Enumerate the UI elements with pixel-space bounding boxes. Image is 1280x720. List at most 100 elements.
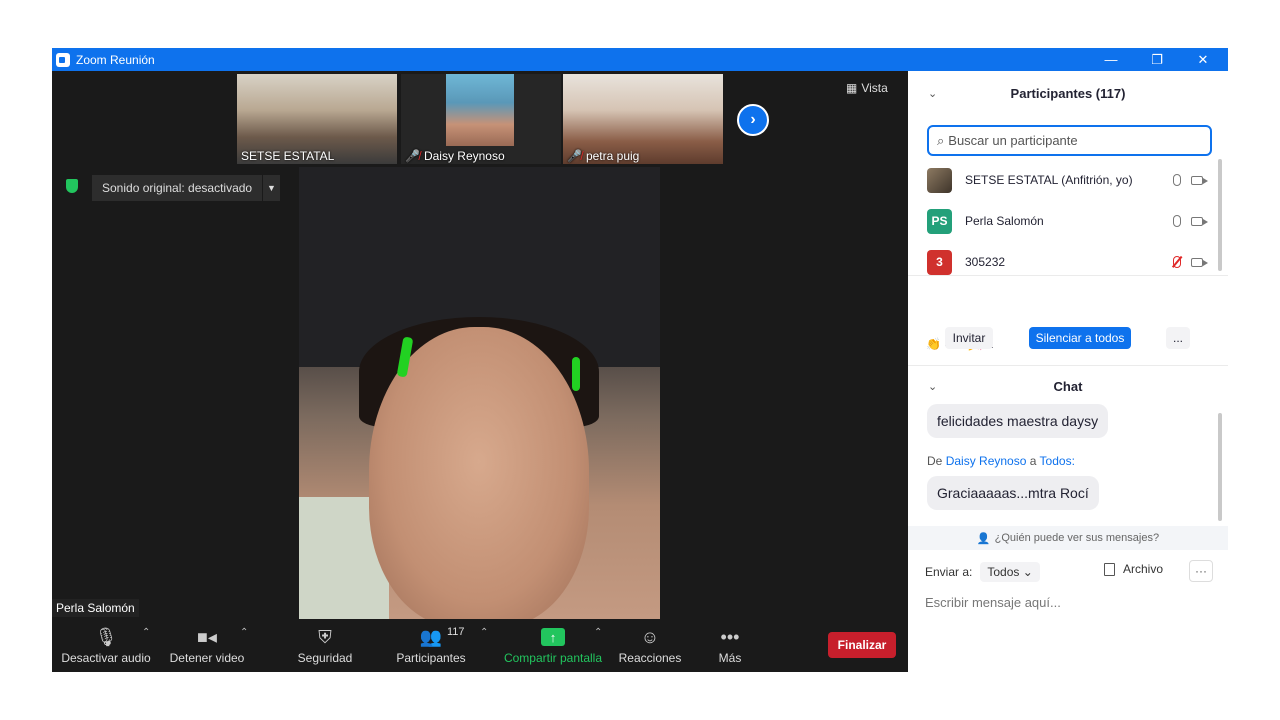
video-camera-icon[interactable] — [1191, 216, 1208, 226]
share-screen-button[interactable]: ↑ Compartir pantalla — [502, 619, 604, 672]
invite-button[interactable]: Invitar — [945, 327, 993, 349]
mute-audio-button[interactable]: 🎙 Desactivar audio — [61, 619, 151, 672]
chevron-down-icon[interactable]: ⌄ — [928, 380, 937, 393]
thumbnail-name: SETSE ESTATAL — [241, 149, 334, 163]
recipient-dropdown[interactable]: Todos ⌄ — [980, 562, 1040, 582]
clap-icon: 👏 — [926, 337, 941, 351]
who-sees-label: ¿Quién puede ver sus mensajes? — [994, 532, 1160, 544]
microphone-icon[interactable] — [1173, 215, 1181, 227]
person-info-icon: 👤 — [976, 532, 991, 545]
participants-more-button[interactable]: ... — [1166, 327, 1190, 349]
participants-options-caret-icon[interactable]: ⌃ — [480, 627, 488, 638]
file-button[interactable]: Archivo — [1104, 562, 1163, 576]
audio-label: Desactivar audio — [61, 651, 151, 665]
search-icon: ⌕ — [937, 132, 945, 148]
minimize-button[interactable]: — — [1088, 48, 1134, 71]
close-button[interactable]: ✕ — [1180, 48, 1226, 71]
from-prefix: De — [927, 454, 943, 468]
share-options-caret-icon[interactable]: ⌃ — [594, 627, 602, 638]
divider — [908, 365, 1228, 366]
participants-count-badge: 117 — [447, 626, 465, 638]
chat-scrollbar[interactable] — [1218, 413, 1222, 521]
who-can-see-messages-link[interactable]: 👤 ¿Quién puede ver sus mensajes? — [908, 526, 1228, 550]
thumbnail-label: SETSE ESTATAL — [241, 149, 335, 163]
meeting-toolbar: 🎙 Desactivar audio ⌃ ■◂ Detener video ⌃ … — [52, 619, 908, 672]
view-label: Vista — [861, 81, 888, 95]
thumbnail-label: Daisy Reynoso — [423, 149, 505, 163]
chat-message-input[interactable]: Escribir mensaje aquí... — [925, 595, 1061, 610]
chevron-down-icon[interactable]: ▼ — [262, 175, 280, 201]
chat-title: Chat — [1053, 378, 1083, 394]
headband-right — [572, 357, 580, 391]
muted-mic-icon: 🎤̸ — [405, 149, 420, 163]
mute-all-button[interactable]: Silenciar a todos — [1029, 327, 1131, 349]
side-panel: ⌄ Participantes (117) ⌕ Buscar un partic… — [908, 71, 1228, 672]
security-shield-icon[interactable] — [66, 179, 78, 193]
participants-title: Participantes (117) — [1010, 85, 1126, 101]
end-meeting-button[interactable]: Finalizar — [828, 632, 896, 658]
speaker-name-tag: Perla Salomón — [52, 599, 139, 617]
participant-icons — [1173, 174, 1208, 186]
original-sound-button[interactable]: Sonido original: desactivado ▼ — [92, 175, 280, 201]
security-label: Seguridad — [297, 651, 353, 665]
thumbnail-name: 🎤̸ Daisy Reynoso — [405, 149, 505, 163]
window-title: Zoom Reunión — [76, 52, 155, 67]
restore-button[interactable]: ❐ — [1134, 48, 1180, 71]
muted-mic-icon: 🎤̸ — [567, 149, 582, 163]
zoom-window: Zoom Reunión — ❐ ✕ SETSE ESTATAL 🎤̸ Daisy… — [52, 48, 1228, 672]
participants-scrollbar[interactable] — [1218, 159, 1222, 271]
participant-name: 305232 — [965, 255, 1006, 269]
video-options-caret-icon[interactable]: ⌃ — [240, 627, 248, 638]
thumbnail-name: 🎤̸ petra puig — [567, 149, 639, 163]
avatar: 3 — [927, 249, 952, 275]
video-camera-icon[interactable] — [1191, 175, 1208, 185]
thumbnail-petra-puig[interactable]: 🎤̸ petra puig — [563, 74, 723, 164]
chevron-down-icon: ⌄ — [1022, 565, 1033, 579]
chat-message: felicidades maestra daysy — [927, 404, 1109, 438]
thumbnail-setse-estatal[interactable]: SETSE ESTATAL — [237, 74, 397, 164]
chat-more-button[interactable]: ··· — [1189, 560, 1213, 582]
chat-header: ⌄ Chat — [908, 367, 1228, 405]
chevron-down-icon[interactable]: ⌄ — [928, 87, 937, 100]
security-button[interactable]: ⛨ Seguridad — [292, 619, 358, 672]
video-camera-icon: ■◂ — [197, 626, 217, 647]
participant-row[interactable]: PS Perla Salomón — [927, 207, 1208, 235]
participant-row[interactable]: SETSE ESTATAL (Anfitrión, yo) — [927, 166, 1208, 194]
reactions-button[interactable]: ☺ Reacciones — [617, 619, 683, 672]
sender-name[interactable]: Daisy Reynoso — [946, 454, 1027, 468]
microphone-icon[interactable] — [1173, 174, 1181, 186]
participants-header: ⌄ Participantes (117) — [908, 74, 1228, 112]
recipient-name[interactable]: Todos: — [1040, 454, 1075, 468]
participant-search-input[interactable]: ⌕ Buscar un participante — [927, 125, 1212, 156]
more-dots-icon: ••• — [720, 626, 740, 647]
participant-row[interactable]: 3 305232 — [927, 248, 1208, 276]
thumbnail-daisy-reynoso[interactable]: 🎤̸ Daisy Reynoso — [401, 74, 561, 164]
muted-microphone-icon[interactable] — [1173, 256, 1181, 268]
chat-sender-line: De Daisy Reynoso a Todos: — [927, 454, 1075, 468]
view-button[interactable]: ▦ Vista — [846, 81, 888, 95]
title-bar: Zoom Reunión — ❐ ✕ — [52, 48, 1228, 71]
avatar — [927, 167, 952, 193]
more-label: Más — [718, 651, 742, 665]
send-to-selector: Enviar a: Todos ⌄ — [925, 562, 1040, 582]
microphone-icon: 🎙 — [94, 626, 118, 647]
shield-icon: ⛨ — [318, 626, 332, 647]
video-camera-icon[interactable] — [1191, 257, 1208, 267]
share-label: Compartir pantalla — [503, 651, 603, 665]
chat-message: Graciaaaaas...mtra Rocí — [927, 476, 1099, 510]
grid-icon: ▦ — [846, 81, 858, 95]
participant-name: SETSE ESTATAL (Anfitrión, yo) — [965, 173, 1133, 187]
next-page-arrow-icon[interactable]: › — [737, 104, 769, 136]
stop-video-button[interactable]: ■◂ Detener video — [166, 619, 248, 672]
file-icon — [1104, 562, 1115, 576]
more-button[interactable]: ••• Más — [708, 619, 752, 672]
share-screen-icon: ↑ — [541, 628, 565, 646]
thumbnail-label: petra puig — [585, 149, 640, 163]
participants-label: Participantes — [396, 651, 466, 665]
audio-options-caret-icon[interactable]: ⌃ — [142, 627, 150, 638]
search-placeholder: Buscar un participante — [948, 133, 1078, 148]
participant-icons — [1173, 256, 1208, 268]
thumbnail-video — [446, 74, 514, 146]
active-speaker-video — [299, 167, 660, 619]
divider — [908, 275, 1228, 276]
